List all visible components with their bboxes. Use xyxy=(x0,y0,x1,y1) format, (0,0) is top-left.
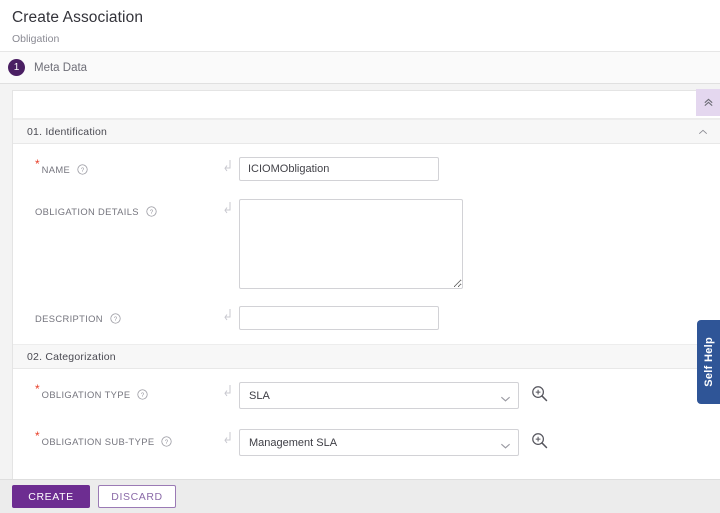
obligation-details-textarea[interactable] xyxy=(239,199,463,289)
create-button[interactable]: CREATE xyxy=(12,485,90,508)
field-label-col-name: * NAME ? xyxy=(13,157,219,181)
arrow-down-right-icon xyxy=(223,202,232,215)
obligation-type-select[interactable]: SLA xyxy=(239,382,519,409)
step-label-meta-data[interactable]: Meta Data xyxy=(34,62,87,74)
arrow-down-right-icon xyxy=(223,385,232,398)
svg-text:?: ? xyxy=(141,392,145,399)
help-circle-icon: ? xyxy=(161,436,172,447)
obligation-type-select-wrap: SLA xyxy=(239,382,519,409)
required-indicator: * xyxy=(35,385,40,393)
chevron-up-icon xyxy=(698,128,708,136)
help-circle-icon-obligation-type[interactable]: ? xyxy=(137,389,148,400)
field-row-obligation-sub-type: * OBLIGATION SUB-TYPE ? xyxy=(13,411,720,456)
field-label-description: DESCRIPTION xyxy=(35,313,103,324)
help-circle-icon-obligation-details[interactable]: ? xyxy=(146,206,157,217)
field-marker-obligation-details xyxy=(219,199,235,215)
help-circle-icon: ? xyxy=(137,389,148,400)
name-input[interactable] xyxy=(239,157,439,181)
field-row-obligation-type: * OBLIGATION TYPE ? xyxy=(13,369,720,411)
required-indicator: * xyxy=(35,160,40,168)
field-label-obligation-type: OBLIGATION TYPE xyxy=(42,389,131,400)
form-toolbar xyxy=(13,91,720,119)
field-label-col-description: DESCRIPTION ? xyxy=(13,306,219,330)
section-header-identification[interactable]: 01. Identification xyxy=(13,119,720,144)
field-label-col-obligation-details: OBLIGATION DETAILS ? xyxy=(13,199,219,223)
field-marker-name xyxy=(219,157,235,173)
field-row-name: * NAME ? xyxy=(13,144,720,186)
field-label-name: NAME xyxy=(42,164,71,175)
collapse-all-button[interactable] xyxy=(696,89,720,116)
obligation-type-lookup-button[interactable] xyxy=(531,385,548,402)
help-circle-icon: ? xyxy=(146,206,157,217)
section-body-identification: * NAME ? xyxy=(13,144,720,344)
footer-action-bar: CREATE DISCARD xyxy=(0,479,720,513)
field-input-col-obligation-sub-type: Management SLA xyxy=(235,429,720,456)
page-subtitle: Obligation xyxy=(12,33,720,46)
field-input-col-obligation-type: SLA xyxy=(235,382,720,409)
help-circle-icon: ? xyxy=(77,164,88,175)
svg-text:?: ? xyxy=(150,209,154,216)
section-title: 01. Identification xyxy=(27,126,107,138)
page-header: Create Association Obligation xyxy=(0,0,720,51)
section-header-categorization[interactable]: 02. Categorization xyxy=(13,344,720,369)
help-circle-icon: ? xyxy=(110,313,121,324)
page-title: Create Association xyxy=(12,8,720,28)
field-row-description: DESCRIPTION ? xyxy=(13,289,720,344)
field-marker-description xyxy=(219,306,235,322)
section-body-categorization: * OBLIGATION TYPE ? xyxy=(13,369,720,456)
section-collapse-chevron-identification[interactable] xyxy=(696,125,710,139)
self-help-tab[interactable]: Self Help xyxy=(697,320,720,404)
discard-button[interactable]: DISCARD xyxy=(98,485,176,508)
section-title: 02. Categorization xyxy=(27,351,116,363)
double-chevron-up-icon xyxy=(703,97,714,108)
form-card: 01. Identification * NAME ? xyxy=(12,90,720,479)
arrow-down-right-icon xyxy=(223,432,232,445)
field-label-col-obligation-type: * OBLIGATION TYPE ? xyxy=(13,382,219,406)
description-input[interactable] xyxy=(239,306,439,330)
magnifier-plus-icon xyxy=(531,385,548,402)
field-marker-obligation-type xyxy=(219,382,235,398)
step-bar: 1 Meta Data xyxy=(0,51,720,84)
field-input-col-description xyxy=(235,306,720,330)
self-help-label: Self Help xyxy=(703,337,715,387)
obligation-sub-type-select-wrap: Management SLA xyxy=(239,429,519,456)
step-badge-1[interactable]: 1 xyxy=(8,59,25,76)
magnifier-plus-icon xyxy=(531,432,548,449)
help-circle-icon-name[interactable]: ? xyxy=(77,164,88,175)
arrow-down-right-icon xyxy=(223,309,232,322)
form-content-area: 01. Identification * NAME ? xyxy=(0,84,720,479)
obligation-sub-type-select[interactable]: Management SLA xyxy=(239,429,519,456)
field-label-col-obligation-sub-type: * OBLIGATION SUB-TYPE ? xyxy=(13,429,219,453)
required-indicator: * xyxy=(35,432,40,440)
field-input-col-obligation-details xyxy=(235,199,720,289)
svg-text:?: ? xyxy=(114,316,118,323)
field-input-col-name xyxy=(235,157,720,181)
svg-text:?: ? xyxy=(81,167,85,174)
arrow-down-right-icon xyxy=(223,160,232,173)
field-label-obligation-details: OBLIGATION DETAILS xyxy=(35,206,139,217)
svg-text:?: ? xyxy=(165,439,169,446)
field-label-obligation-sub-type: OBLIGATION SUB-TYPE xyxy=(42,436,155,447)
help-circle-icon-description[interactable]: ? xyxy=(110,313,121,324)
field-row-obligation-details: OBLIGATION DETAILS ? xyxy=(13,186,720,289)
field-marker-obligation-sub-type xyxy=(219,429,235,445)
help-circle-icon-obligation-sub-type[interactable]: ? xyxy=(161,436,172,447)
obligation-sub-type-lookup-button[interactable] xyxy=(531,432,548,449)
